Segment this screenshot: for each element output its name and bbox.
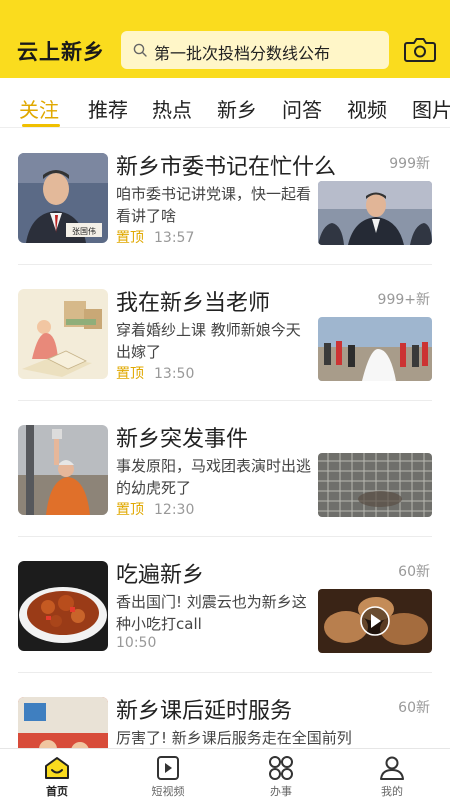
active-tab-indicator [22,124,60,127]
post-meta: 置顶 13:50 [116,363,194,383]
topic-title: 新乡课后延时服务 [116,699,293,724]
home-icon [45,757,69,779]
feed-item[interactable]: 我在新乡当老师 999+新 穿着婚纱上课 教师新娘今天出嫁了 置顶 13:50 [0,265,450,401]
topic-description: 厉害了! 新乡课后服务走在全国前列 [116,729,352,747]
profile-icon [380,756,404,780]
search-bar[interactable]: 第一批次投档分数线公布 [121,31,389,69]
feed-item[interactable]: 新乡突发事件 事发原阳，马戏团表演时出逃的幼虎死了 置顶 12:30 [0,401,450,537]
services-icon [269,756,293,780]
nav-home[interactable]: 首页 [22,755,92,799]
tab-tuijian[interactable]: 推荐 [88,94,128,123]
search-icon [133,43,147,57]
post-meta: 置顶 13:57 [116,227,194,247]
article-image [318,181,432,245]
topic-title: 我在新乡当老师 [116,291,271,316]
nav-services[interactable]: 办事 [246,755,316,799]
update-count: 60新 [398,700,430,716]
pinned-badge: 置顶 [116,366,144,382]
topic-thumbnail: 张国伟 [18,153,108,243]
topic-description: 咱市委书记讲党课，快一起看看讲了啥 [116,185,312,225]
nav-short-video[interactable]: 短视频 [133,755,203,799]
topic-title: 吃遍新乡 [116,563,205,588]
topic-thumbnail [18,425,108,515]
nav-label: 短视频 [151,785,185,798]
tab-xinxiang[interactable]: 新乡 [217,94,257,123]
topic-title: 新乡市委书记在忙什么 [116,155,337,180]
topic-description: 香出国门! 刘震云也为新乡这种小吃打call [116,593,307,633]
article-image [318,317,432,381]
play-icon[interactable] [360,606,390,636]
nav-label: 首页 [46,785,68,798]
article-image [318,453,432,517]
post-time: 12:30 [154,502,195,518]
topic-description: 事发原阳，马戏团表演时出逃的幼虎死了 [116,457,312,497]
search-suggestion: 第一批次投档分数线公布 [154,44,331,63]
pinned-badge: 置顶 [116,230,144,246]
pinned-badge: 置顶 [116,502,144,518]
topic-thumbnail [18,289,108,379]
nav-label: 我的 [381,785,403,798]
feed-item[interactable]: 张国伟 新乡市委书记在忙什么 999新 咱市委书记讲党课，快一起看看讲了啥 置顶… [0,129,450,265]
video-icon [157,756,179,780]
top-header: 云上新乡 第一批次投档分数线公布 [0,0,450,78]
update-count: 999新 [389,156,430,172]
post-time: 13:50 [154,366,195,382]
topic-thumbnail [18,561,108,651]
post-time: 13:57 [154,230,195,246]
video-thumbnail[interactable] [318,589,432,653]
bottom-nav: 首页 短视频 办事 我的 [0,748,450,800]
post-time: 10:50 [116,635,157,651]
camera-icon[interactable] [404,36,436,64]
tab-wenda[interactable]: 问答 [282,94,322,123]
tab-redian[interactable]: 热点 [152,94,192,123]
nav-label: 办事 [270,785,292,798]
update-count: 60新 [398,564,430,580]
feed-item[interactable]: 吃遍新乡 60新 香出国门! 刘震云也为新乡这种小吃打call 10:50 [0,537,450,673]
post-meta: 置顶 12:30 [116,499,194,519]
app-logo: 云上新乡 [17,40,105,64]
topic-description: 穿着婚纱上课 教师新娘今天出嫁了 [116,321,301,361]
post-meta: 10:50 [116,635,156,651]
nav-profile[interactable]: 我的 [357,755,427,799]
category-tabs: 关注 推荐 热点 新乡 问答 视频 图片 [0,78,450,128]
topic-title: 新乡突发事件 [116,427,249,452]
tab-guanzhu[interactable]: 关注 [19,94,59,123]
tab-shipin[interactable]: 视频 [347,94,387,123]
tab-tupian[interactable]: 图片 [412,94,450,123]
update-count: 999+新 [377,292,430,308]
nameplate-text: 张国伟 [72,226,96,236]
